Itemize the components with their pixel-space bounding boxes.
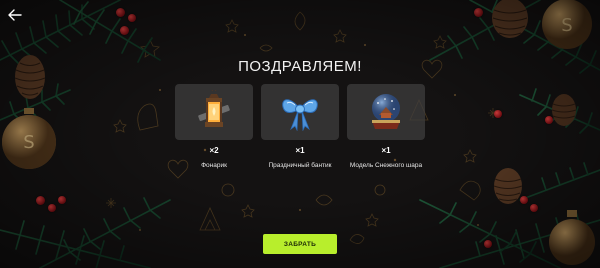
- reward-tile: [347, 84, 425, 140]
- claim-button[interactable]: ЗАБРАТЬ: [263, 234, 337, 254]
- reward-quantity: ×1: [381, 146, 391, 155]
- reward-card-bow: ×1 Праздничный бантик: [261, 84, 339, 184]
- reward-name: Фонарик: [201, 162, 227, 169]
- reward-card-snow-globe: ×1 Модель Снежного шара: [347, 84, 425, 184]
- rewards-list: ×2 Фонарик ×1 Праздничный бантик ×1 Моде…: [175, 84, 427, 184]
- arrow-left-icon: [8, 9, 22, 21]
- back-button[interactable]: [6, 6, 24, 24]
- reward-card-lantern: ×2 Фонарик: [175, 84, 253, 184]
- lantern-icon: [198, 90, 230, 127]
- snow-globe-icon: [372, 94, 400, 129]
- reward-name: Праздничный бантик: [268, 162, 332, 169]
- reward-quantity: ×2: [209, 146, 219, 155]
- bow-icon: [282, 99, 318, 131]
- reward-tile: [261, 84, 339, 140]
- reward-quantity: ×1: [295, 146, 305, 155]
- page-title: ПОЗДРАВЛЯЕМ!: [238, 58, 362, 75]
- reward-tile: [175, 84, 253, 140]
- reward-name: Модель Снежного шара: [349, 162, 423, 169]
